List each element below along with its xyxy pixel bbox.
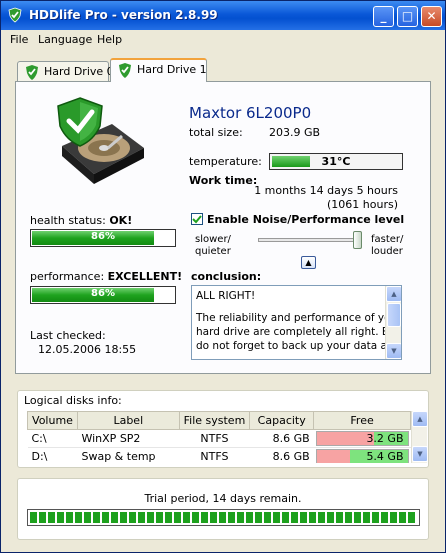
column-header-label[interactable]: Label xyxy=(76,411,180,430)
cell-label: WinXP SP2 xyxy=(77,429,180,448)
last-checked-value: 12.05.2006 18:55 xyxy=(38,343,137,356)
free-space-bar: 3.2 GB xyxy=(315,431,409,446)
cell-capacity: 8.6 GB xyxy=(249,447,314,463)
tab-hard-drive-1[interactable]: Hard Drive 1 xyxy=(110,58,207,82)
total-size-label: total size: xyxy=(189,126,243,139)
health-percent: 86% xyxy=(91,231,115,242)
cell-volume: C:\ xyxy=(27,429,78,448)
noise-checkbox-label[interactable]: Enable Noise/Performance level xyxy=(207,213,404,226)
title-bar[interactable]: HDDlife Pro - version 2.8.99 _ □ ✕ xyxy=(1,1,445,30)
conclusion-line4: do not forget to back up your data at xyxy=(196,340,392,352)
cell-file-system: NTFS xyxy=(179,447,250,463)
tab-label: Hard Drive 0 xyxy=(44,65,114,78)
total-size-value: 203.9 GB xyxy=(269,126,321,139)
health-value: OK! xyxy=(109,214,133,227)
maximize-button[interactable]: □ xyxy=(397,6,418,27)
drive-model: Maxtor 6L200P0 xyxy=(189,104,312,122)
conclusion-scrollbar[interactable]: ▲ ▼ xyxy=(385,286,401,359)
performance-bar: 86% xyxy=(30,286,176,304)
scroll-down-button[interactable]: ▼ xyxy=(412,446,428,462)
column-header-volume[interactable]: Volume xyxy=(27,411,78,430)
cell-free: 5.4 GB xyxy=(313,447,411,463)
scroll-thumb[interactable] xyxy=(387,303,401,327)
close-button[interactable]: ✕ xyxy=(421,6,442,27)
noise-left-line2: quieter xyxy=(195,246,231,257)
work-time-label: Work time: xyxy=(189,174,258,187)
logical-disks-scrollbar[interactable]: ▲ ▼ xyxy=(411,411,428,463)
conclusion-line1: ALL RIGHT! xyxy=(196,290,256,302)
cell-label: Swap & temp xyxy=(77,447,180,463)
cell-volume: D:\ xyxy=(27,447,78,463)
scroll-up-button[interactable]: ▲ xyxy=(386,286,401,302)
shield-check-icon xyxy=(8,7,22,23)
free-space-value: 3.2 GB xyxy=(366,432,404,445)
noise-right-line1: faster/ xyxy=(371,234,404,245)
noise-left-label: slower/ quieter xyxy=(195,234,231,258)
shield-check-icon xyxy=(119,63,131,78)
logical-disks-table: Volume Label File system Capacity Free C… xyxy=(27,411,411,463)
temperature-value: 31°C xyxy=(321,155,351,168)
conclusion-line3: hard drive are completely all right. But xyxy=(196,326,400,338)
hard-drive-icon xyxy=(57,97,144,184)
table-row[interactable]: C:\ WinXP SP2 NTFS 8.6 GB 3.2 GB xyxy=(27,429,411,448)
chevron-up-icon: ▲ xyxy=(305,258,312,267)
logical-disks-table-wrap: Volume Label File system Capacity Free C… xyxy=(27,411,411,463)
conclusion-label: conclusion: xyxy=(191,270,262,283)
free-space-value: 5.4 GB xyxy=(366,450,404,463)
table-row[interactable]: D:\ Swap & temp NTFS 8.6 GB 5.4 GB xyxy=(27,447,411,463)
work-time-hours: (1061 hours) xyxy=(326,198,398,211)
trial-progress-fill xyxy=(30,512,417,523)
conclusion-line2: The reliability and performance of your xyxy=(196,312,402,324)
performance-percent: 86% xyxy=(91,288,115,299)
trial-text: Trial period, 14 days remain. xyxy=(144,492,302,505)
drive-panel: Maxtor 6L200P0 total size: 203.9 GB temp… xyxy=(15,81,431,374)
performance-status: performance: EXCELLENT! xyxy=(30,270,182,283)
performance-label: performance: xyxy=(30,270,105,283)
menu-bar: File Language Help xyxy=(1,30,445,50)
temperature-bar: 31°C xyxy=(269,153,403,170)
tab-label: Hard Drive 1 xyxy=(137,63,207,76)
minimize-button[interactable]: _ xyxy=(373,6,394,27)
scroll-up-button[interactable]: ▲ xyxy=(412,411,428,427)
scroll-down-button[interactable]: ▼ xyxy=(386,343,401,359)
app-window: HDDlife Pro - version 2.8.99 _ □ ✕ File … xyxy=(0,0,446,553)
checkmark-icon xyxy=(192,215,202,224)
logical-disks-title: Logical disks info: xyxy=(24,394,122,407)
cell-file-system: NTFS xyxy=(179,429,250,448)
noise-checkbox[interactable] xyxy=(191,213,203,225)
collapse-button[interactable]: ▲ xyxy=(301,256,316,269)
health-bar: 86% xyxy=(30,229,176,247)
menu-language[interactable]: Language xyxy=(38,33,92,46)
noise-slider-thumb[interactable] xyxy=(352,231,362,249)
performance-value: EXCELLENT! xyxy=(107,270,183,283)
noise-right-line2: louder xyxy=(371,246,403,257)
cell-free: 3.2 GB xyxy=(313,429,411,448)
trial-progress-bar xyxy=(27,509,420,526)
cell-capacity: 8.6 GB xyxy=(249,429,314,448)
menu-help[interactable]: Help xyxy=(97,33,122,46)
window-title: HDDlife Pro - version 2.8.99 xyxy=(29,8,218,22)
column-header-capacity[interactable]: Capacity xyxy=(249,411,315,430)
menu-file[interactable]: File xyxy=(10,33,28,46)
column-header-file-system[interactable]: File system xyxy=(178,411,251,430)
shield-check-icon xyxy=(26,65,38,80)
conclusion-textbox[interactable]: ALL RIGHT! The reliability and performan… xyxy=(191,285,402,360)
noise-right-label: faster/ louder xyxy=(371,234,403,258)
noise-left-line1: slower/ xyxy=(195,234,231,245)
tab-hard-drive-0[interactable]: Hard Drive 0 xyxy=(17,61,114,83)
work-time-value: 1 months 14 days 5 hours xyxy=(254,184,398,197)
health-status: health status: OK! xyxy=(30,214,132,227)
column-header-free[interactable]: Free xyxy=(313,411,411,430)
health-label: health status: xyxy=(30,214,106,227)
free-space-bar: 5.4 GB xyxy=(315,449,409,463)
noise-slider-track[interactable] xyxy=(258,238,362,242)
logical-disks-group: Logical disks info: Volume Label File sy… xyxy=(17,390,429,468)
last-checked-label: Last checked: xyxy=(30,329,106,342)
temperature-label: temperature: xyxy=(189,155,262,168)
trial-group: Trial period, 14 days remain. xyxy=(17,478,429,540)
